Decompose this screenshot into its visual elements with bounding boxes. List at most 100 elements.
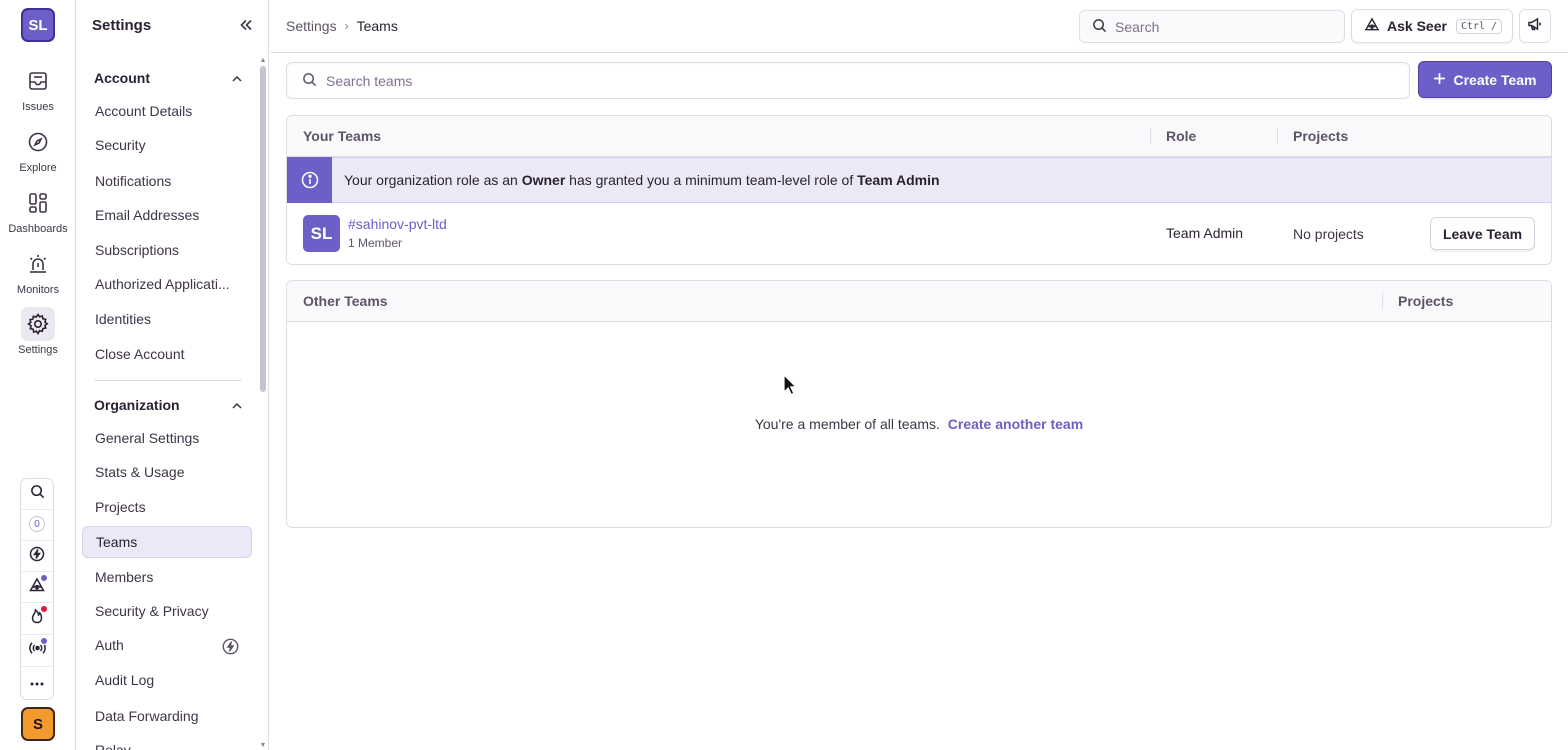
empty-state-text: You're a member of all teams.: [754, 416, 940, 432]
dashboard-icon: [21, 186, 55, 220]
ellipsis-icon: [30, 673, 44, 691]
other-projects-column-header: Projects: [1398, 293, 1454, 309]
create-team-label: Create Team: [1453, 71, 1537, 88]
sidebar-title: Settings: [92, 17, 152, 34]
nav-issues[interactable]: Issues: [0, 64, 76, 113]
account-section-heading: Account: [94, 70, 150, 86]
ask-seer-label: Ask Seer: [1387, 18, 1447, 34]
info-icon: [287, 157, 332, 203]
sidebar-item-close-account[interactable]: Close Account: [82, 338, 252, 370]
search-icon: [30, 484, 45, 504]
scroll-up-arrow[interactable]: ▲: [259, 56, 267, 64]
sidebar-item-email-addresses[interactable]: Email Addresses: [82, 199, 252, 231]
seer-notification-dot: [40, 574, 48, 582]
nav-dashboards-label: Dashboards: [8, 223, 68, 235]
performance-button[interactable]: [21, 542, 53, 570]
mouse-cursor-icon: [783, 374, 797, 396]
settings-sidebar: Settings ▲ ▼ Account Account Details Sec…: [76, 0, 269, 750]
organization-section-toggle[interactable]: Organization: [94, 394, 242, 416]
service-status-button[interactable]: [21, 636, 53, 664]
seer-button[interactable]: [21, 573, 53, 601]
sidebar-divider: [94, 380, 242, 381]
sidebar-item-auth-label: Auth: [95, 637, 124, 653]
upsell-bolt-icon: [222, 638, 239, 660]
other-teams-header: Other Teams Projects: [287, 281, 1551, 322]
breadcrumb-settings[interactable]: Settings: [286, 18, 337, 34]
collapse-sidebar-icon[interactable]: [237, 16, 255, 34]
team-name-link[interactable]: #sahinov-pvt-ltd: [348, 216, 447, 232]
team-search-input[interactable]: Search teams: [286, 62, 1410, 99]
leave-team-button[interactable]: Leave Team: [1430, 217, 1535, 250]
sidebar-scrollbar[interactable]: [260, 66, 266, 392]
nav-settings[interactable]: Settings: [0, 307, 76, 356]
whats-new-button[interactable]: [21, 604, 53, 632]
other-teams-panel: Other Teams Projects You're a member of …: [286, 280, 1552, 528]
create-team-button[interactable]: Create Team: [1418, 61, 1552, 98]
ask-seer-button[interactable]: Ask Seer Ctrl /: [1351, 9, 1513, 43]
sidebar-item-security-privacy[interactable]: Security & Privacy: [82, 595, 252, 627]
top-bar: Settings › Teams Search Ask Seer Ctrl /: [270, 0, 1568, 53]
sidebar-item-stats-usage[interactable]: Stats & Usage: [82, 456, 252, 488]
chevron-up-icon: [232, 396, 242, 414]
sidebar-item-teams[interactable]: Teams: [82, 526, 252, 558]
scroll-down-arrow[interactable]: ▼: [259, 741, 267, 749]
seer-icon: [1364, 17, 1380, 35]
nav-settings-label: Settings: [18, 344, 58, 356]
sidebar-item-subscriptions[interactable]: Subscriptions: [82, 234, 252, 266]
alert-prefix: Your organization role as an: [344, 172, 522, 188]
plus-icon: [1433, 72, 1446, 88]
status-notification-dot: [40, 637, 48, 645]
nav-explore[interactable]: Explore: [0, 125, 76, 174]
team-avatar: SL: [303, 215, 340, 252]
user-avatar[interactable]: S: [21, 707, 55, 741]
more-button[interactable]: [21, 668, 53, 696]
alert-middle: has granted you a minimum team-level rol…: [565, 172, 858, 188]
onboarding-button[interactable]: 0: [21, 510, 53, 538]
projects-column-header: Projects: [1293, 128, 1349, 144]
nav-dashboards[interactable]: Dashboards: [0, 186, 76, 235]
global-search-button[interactable]: [21, 480, 53, 508]
sidebar-item-relay[interactable]: Relay: [82, 734, 252, 750]
sidebar-item-projects[interactable]: Projects: [82, 491, 252, 523]
global-search-placeholder: Search: [1115, 18, 1160, 35]
organization-section-heading: Organization: [94, 397, 180, 413]
sidebar-item-general-settings[interactable]: General Settings: [82, 422, 252, 454]
sidebar-item-data-forwarding[interactable]: Data Forwarding: [82, 700, 252, 732]
team-projects-value: No projects: [1293, 226, 1364, 242]
ask-seer-shortcut: Ctrl /: [1455, 18, 1503, 34]
role-column-header: Role: [1166, 128, 1197, 144]
new-notification-dot: [40, 605, 48, 613]
org-avatar[interactable]: SL: [21, 8, 55, 42]
column-divider: [1150, 128, 1151, 144]
bolt-icon: [29, 546, 45, 567]
chevron-right-icon: ›: [344, 19, 349, 33]
sidebar-item-members[interactable]: Members: [82, 561, 252, 593]
compass-icon: [21, 125, 55, 159]
breadcrumb-teams: Teams: [356, 18, 398, 34]
nav-monitors[interactable]: Monitors: [0, 247, 76, 296]
your-teams-title: Your Teams: [303, 128, 382, 144]
create-another-team-link[interactable]: Create another team: [948, 416, 1083, 432]
sidebar-item-notifications[interactable]: Notifications: [82, 165, 252, 197]
global-search-input[interactable]: Search: [1079, 10, 1345, 43]
siren-icon: [21, 247, 55, 281]
chevron-up-icon: [232, 69, 242, 87]
your-teams-panel: Your Teams Role Projects Your organizati…: [286, 115, 1552, 265]
sidebar-item-audit-log[interactable]: Audit Log: [82, 664, 252, 696]
sidebar-item-identities[interactable]: Identities: [82, 303, 252, 335]
team-role-value: Team Admin: [1166, 225, 1244, 241]
broadcasts-button[interactable]: [1519, 9, 1551, 43]
sidebar-item-security[interactable]: Security: [82, 129, 252, 161]
sidebar-item-account-details[interactable]: Account Details: [82, 95, 252, 127]
breadcrumb: Settings › Teams: [286, 18, 398, 34]
other-teams-title: Other Teams: [303, 293, 388, 309]
empty-state-message: You're a member of all teams. Create ano…: [287, 416, 1551, 432]
nav-issues-label: Issues: [22, 101, 54, 113]
sidebar-item-authorized-applications[interactable]: Authorized Applicati...: [82, 268, 252, 300]
nav-explore-label: Explore: [19, 162, 57, 174]
account-section-toggle[interactable]: Account: [94, 67, 242, 89]
team-role-info-alert: Your organization role as an Owner has g…: [287, 157, 1551, 203]
alert-message: Your organization role as an Owner has g…: [344, 172, 940, 188]
team-search-placeholder: Search teams: [326, 72, 413, 89]
column-divider: [1277, 128, 1278, 144]
